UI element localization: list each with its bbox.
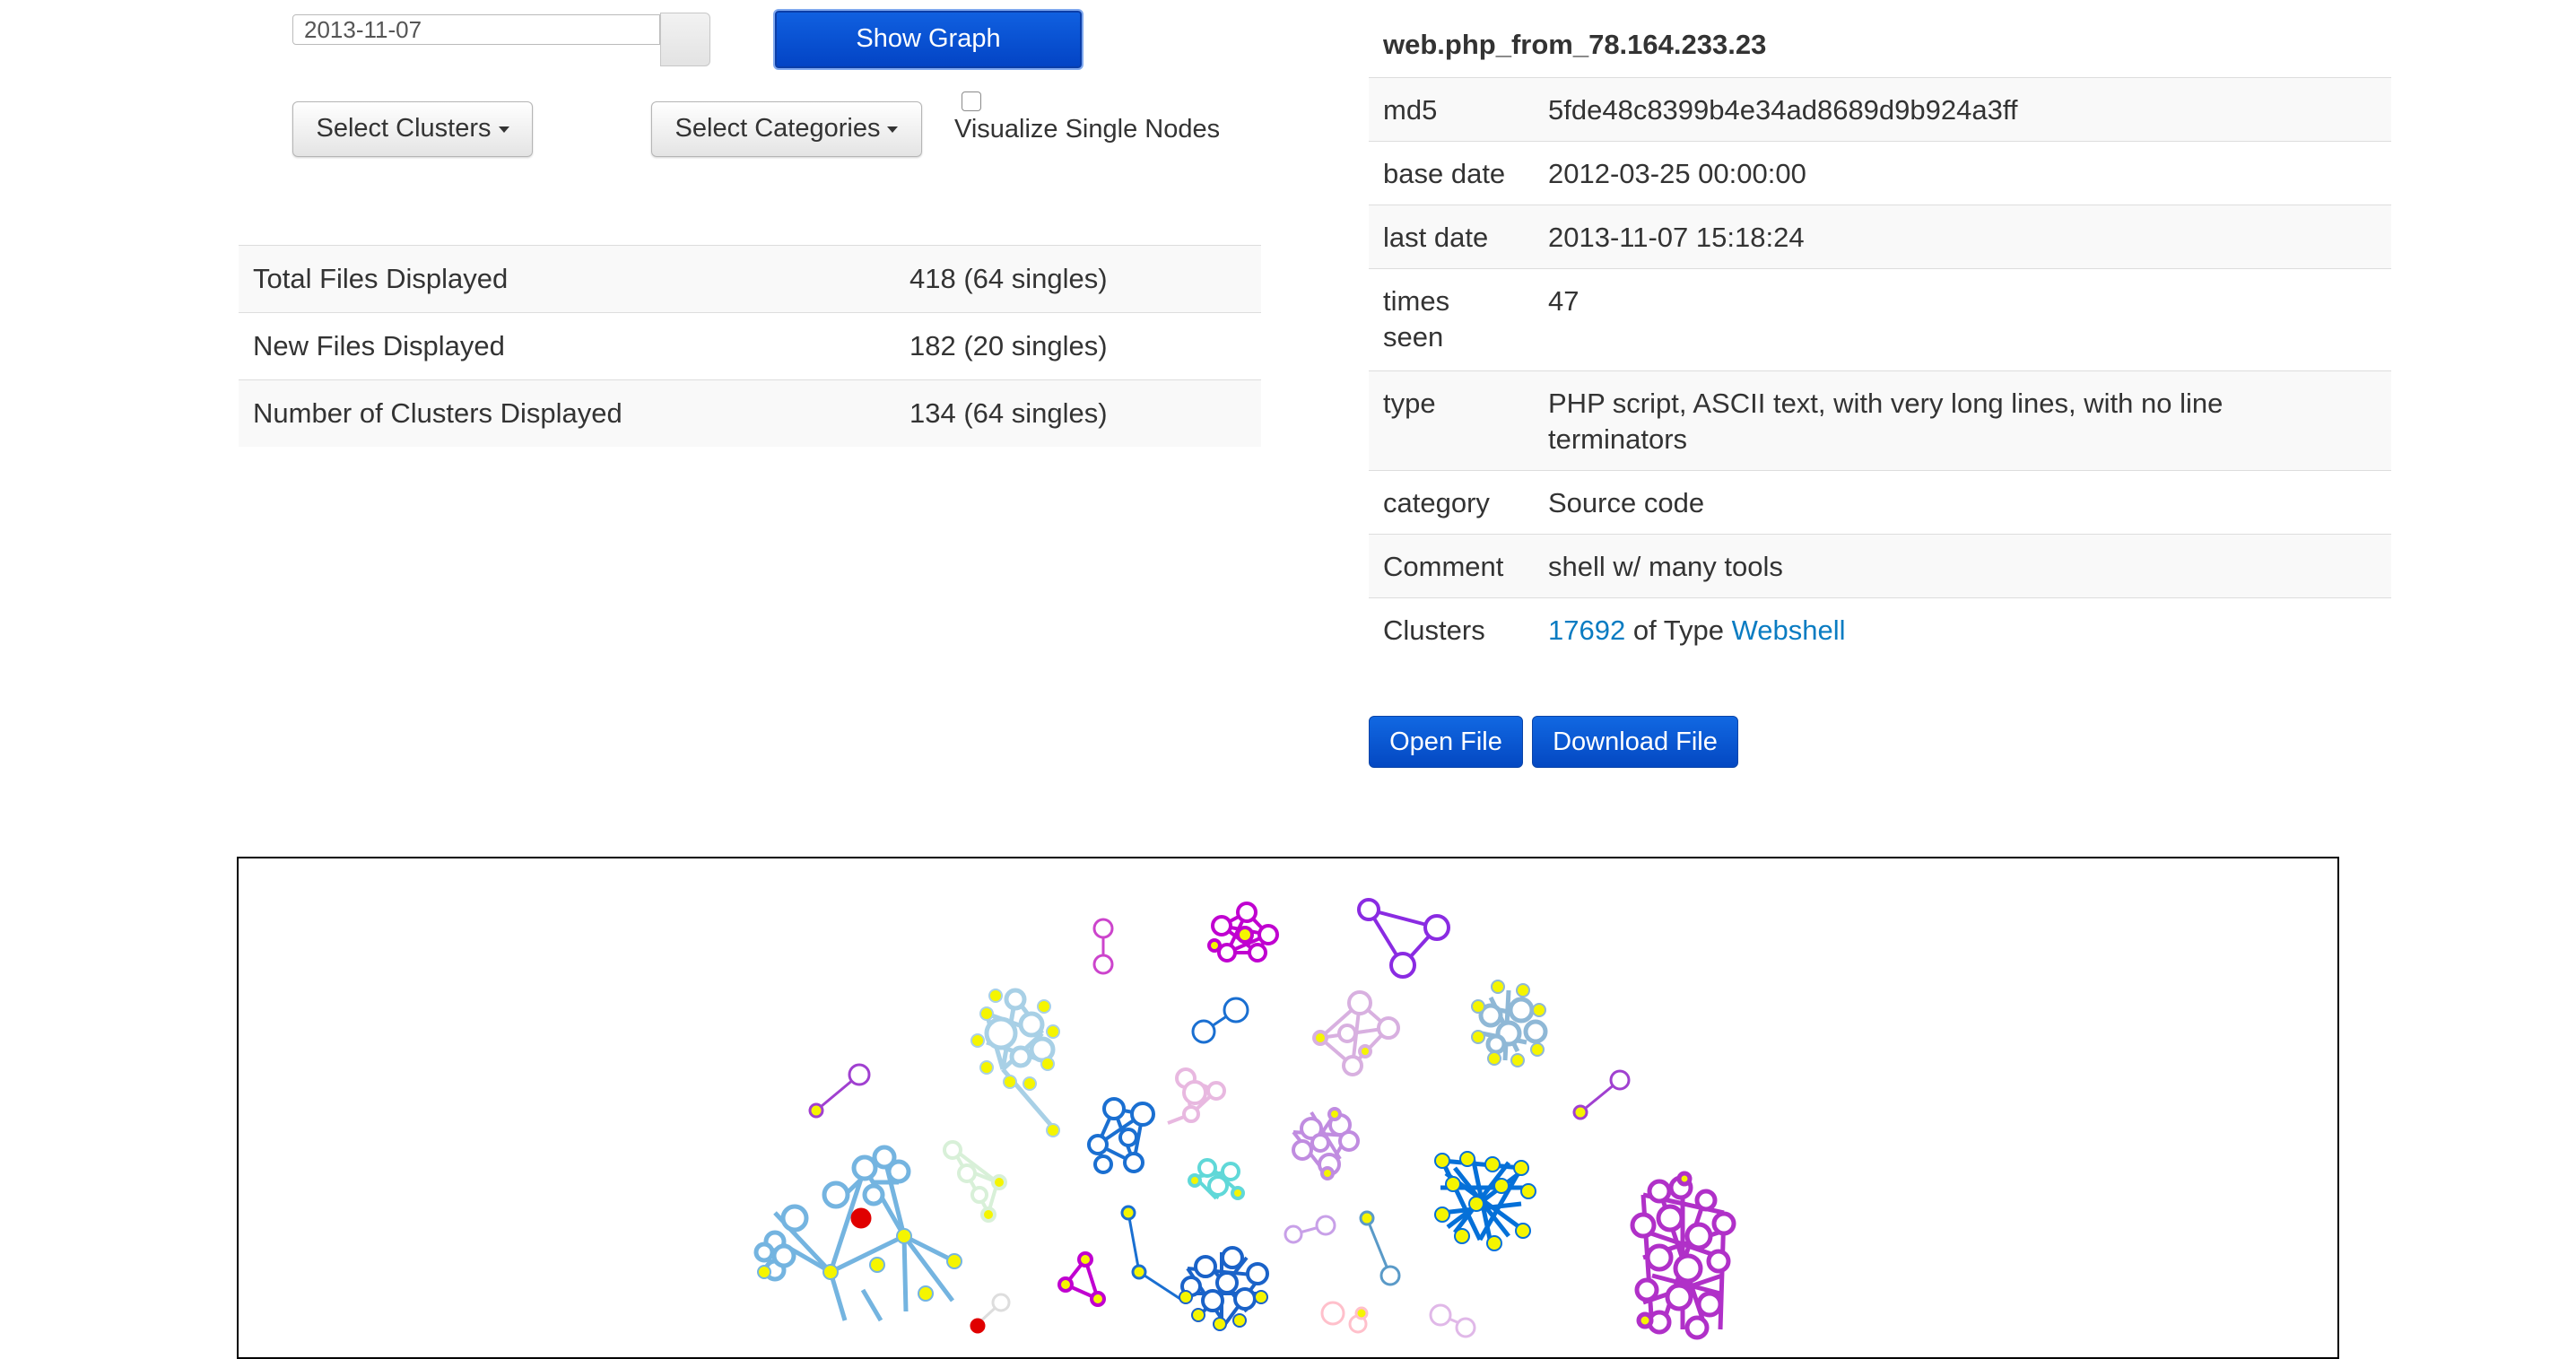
detail-key: times seen <box>1383 285 1450 353</box>
clusters-value: 17692 of Type Webshell <box>1548 613 2319 649</box>
graph-cluster <box>970 988 1060 1137</box>
date-input[interactable]: 2013-11-07 <box>292 14 660 45</box>
select-clusters-dropdown[interactable]: Select Clusters <box>292 101 533 157</box>
stat-label: New Files Displayed <box>253 330 505 362</box>
graph-cluster <box>1057 1251 1106 1307</box>
graph-cluster <box>1572 1069 1631 1120</box>
detail-value: 2012-03-25 00:00:00 <box>1548 158 1806 189</box>
detail-key: type <box>1383 388 1436 419</box>
graph-cluster <box>970 1293 1011 1334</box>
detail-value: Source code <box>1548 487 1705 518</box>
table-row: last date 2013-11-07 15:18:24 <box>1369 205 2391 268</box>
caret-down-icon <box>498 126 509 133</box>
graph-cluster <box>1434 1151 1536 1251</box>
open-file-button[interactable]: Open File <box>1369 716 1523 768</box>
graph-cluster <box>1207 902 1279 963</box>
table-row: category Source code <box>1369 470 2391 534</box>
graph-cluster <box>1191 997 1249 1044</box>
graph-cluster <box>1284 1215 1336 1244</box>
detail-key: Comment <box>1383 551 1504 582</box>
detail-value: PHP script, ASCII text, with very long l… <box>1548 388 2224 455</box>
detail-value: 47 <box>1548 285 1580 317</box>
caret-down-icon <box>887 126 899 133</box>
stat-value: 182 (20 singles) <box>909 330 1108 362</box>
table-row: md5 5fde48c8399b4e34ad8689d9b924a3ff <box>1369 77 2391 141</box>
graph-cluster <box>1471 980 1548 1067</box>
graph-cluster <box>808 1063 871 1119</box>
graph-cluster <box>1167 1067 1226 1125</box>
graph-cluster <box>1120 1205 1187 1304</box>
detail-key: md5 <box>1383 94 1438 126</box>
calendar-button[interactable] <box>660 13 710 66</box>
graph-cluster <box>1092 918 1114 975</box>
table-row: Comment shell w/ many tools <box>1369 534 2391 597</box>
select-categories-label: Select Categories <box>674 114 881 143</box>
graph-cluster <box>1429 1303 1476 1338</box>
download-file-button[interactable]: Download File <box>1532 716 1738 768</box>
graph-cluster <box>1630 1171 1736 1340</box>
of-type-text: of Type <box>1625 614 1732 646</box>
single-nodes-label: Visualize Single Nodes <box>954 115 1221 144</box>
graph-cluster <box>1087 1097 1155 1174</box>
graph-cluster <box>1292 1107 1360 1180</box>
table-row: times seen 47 <box>1369 268 2391 370</box>
graph-cluster <box>1320 1301 1369 1334</box>
stat-value: 418 (64 singles) <box>909 263 1108 294</box>
stat-label: Total Files Displayed <box>253 263 509 294</box>
detail-key: last date <box>1383 222 1489 253</box>
table-row: base date 2012-03-25 00:00:00 <box>1369 141 2391 205</box>
cluster-id-link[interactable]: 17692 <box>1548 614 1625 646</box>
detail-value: 5fde48c8399b4e34ad8689d9b924a3ff <box>1548 94 2018 126</box>
table-row: type PHP script, ASCII text, with very l… <box>1369 370 2391 470</box>
graph-cluster <box>1188 1158 1245 1200</box>
graph-cluster <box>753 1145 962 1322</box>
graph-cluster <box>1179 1246 1269 1331</box>
detail-value: shell w/ many tools <box>1548 551 1783 582</box>
graph-cluster <box>1359 1210 1401 1286</box>
table-row: Clusters 17692 of Type Webshell <box>1369 597 2391 661</box>
detail-key: category <box>1383 487 1490 518</box>
show-graph-button[interactable]: Show Graph <box>775 11 1082 68</box>
cluster-graph[interactable] <box>237 857 2339 1359</box>
stat-value: 134 (64 singles) <box>909 397 1108 429</box>
table-row: Number of Clusters Displayed 134 (64 sin… <box>239 379 1261 447</box>
file-title: web.php_from_78.164.233.23 <box>1383 29 1767 60</box>
select-clusters-label: Select Clusters <box>316 114 492 143</box>
table-row: Total Files Displayed 418 (64 singles) <box>239 245 1261 312</box>
graph-cluster <box>1357 898 1450 979</box>
stats-table: Total Files Displayed 418 (64 singles) N… <box>239 245 1261 447</box>
select-categories-dropdown[interactable]: Select Categories <box>651 101 922 157</box>
graph-cluster <box>943 1140 1007 1223</box>
detail-key: Clusters <box>1383 614 1485 646</box>
graph-cluster <box>1312 990 1400 1076</box>
stat-label: Number of Clusters Displayed <box>253 397 622 429</box>
table-row: New Files Displayed 182 (20 singles) <box>239 312 1261 379</box>
detail-value: 2013-11-07 15:18:24 <box>1548 222 1805 253</box>
cluster-type-link[interactable]: Webshell <box>1732 614 1846 646</box>
file-details-table: web.php_from_78.164.233.23 md5 5fde48c83… <box>1369 13 2391 661</box>
single-nodes-checkbox[interactable] <box>962 91 981 111</box>
detail-key: base date <box>1383 158 1506 189</box>
cluster-graph-canvas[interactable] <box>239 858 2339 1359</box>
